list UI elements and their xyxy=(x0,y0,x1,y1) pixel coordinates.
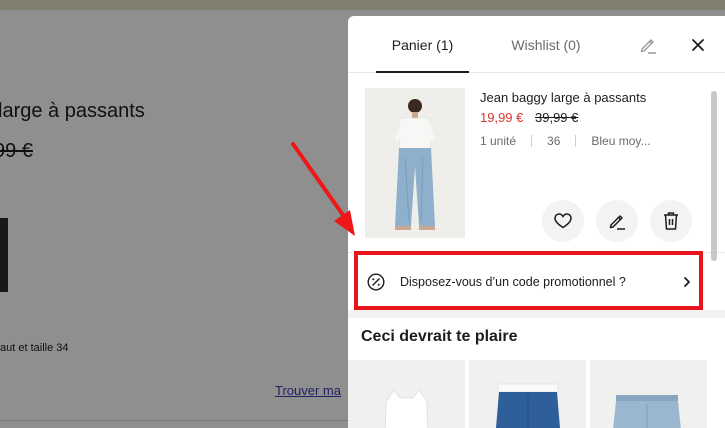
tab-wishlist[interactable]: Wishlist (0) xyxy=(496,16,596,73)
separator xyxy=(531,135,533,147)
heart-icon xyxy=(554,213,572,229)
cart-item: Jean baggy large à passants 19,99 € 39,9… xyxy=(348,73,725,253)
product-thumbnail[interactable] xyxy=(365,88,465,238)
separator xyxy=(575,135,577,147)
sale-price: 19,99 € xyxy=(480,110,524,125)
recommendation-card[interactable] xyxy=(590,360,707,428)
cart-item-name[interactable]: Jean baggy large à passants xyxy=(480,90,646,105)
cart-item-price: 19,99 € 39,99 € xyxy=(480,110,578,125)
close-icon[interactable] xyxy=(687,34,709,56)
pencil-icon xyxy=(609,215,625,230)
original-price: 39,99 € xyxy=(535,110,579,125)
chevron-right-icon xyxy=(684,277,690,287)
cart-item-attributes: 1 unité 36 Bleu moy... xyxy=(480,134,651,148)
drawer-header: Panier (1) Wishlist (0) xyxy=(348,16,725,73)
quantity: 1 unité xyxy=(480,134,517,148)
promo-code-row[interactable]: Disposez-vous d’un code promotionnel ? xyxy=(348,254,710,310)
recommendations-title: Ceci devrait te plaire xyxy=(361,328,518,345)
pencil-icon[interactable] xyxy=(637,34,659,56)
trash-icon xyxy=(664,212,678,230)
recommendation-card[interactable] xyxy=(469,360,586,428)
section-separator xyxy=(348,310,725,318)
color: Bleu moy... xyxy=(591,134,651,148)
size: 36 xyxy=(547,134,561,148)
edit-item-button[interactable] xyxy=(596,200,638,242)
scrollbar[interactable] xyxy=(711,91,717,261)
recommendation-card[interactable] xyxy=(348,360,465,428)
tab-cart[interactable]: Panier (1) xyxy=(376,16,469,73)
percent-badge-icon xyxy=(367,273,385,291)
promo-code-label: Disposez-vous d’un code promotionnel ? xyxy=(400,275,626,289)
delete-item-button[interactable] xyxy=(650,200,692,242)
cart-drawer: Panier (1) Wishlist (0) Jean baggy large… xyxy=(348,16,725,428)
move-to-wishlist-button[interactable] xyxy=(542,200,584,242)
